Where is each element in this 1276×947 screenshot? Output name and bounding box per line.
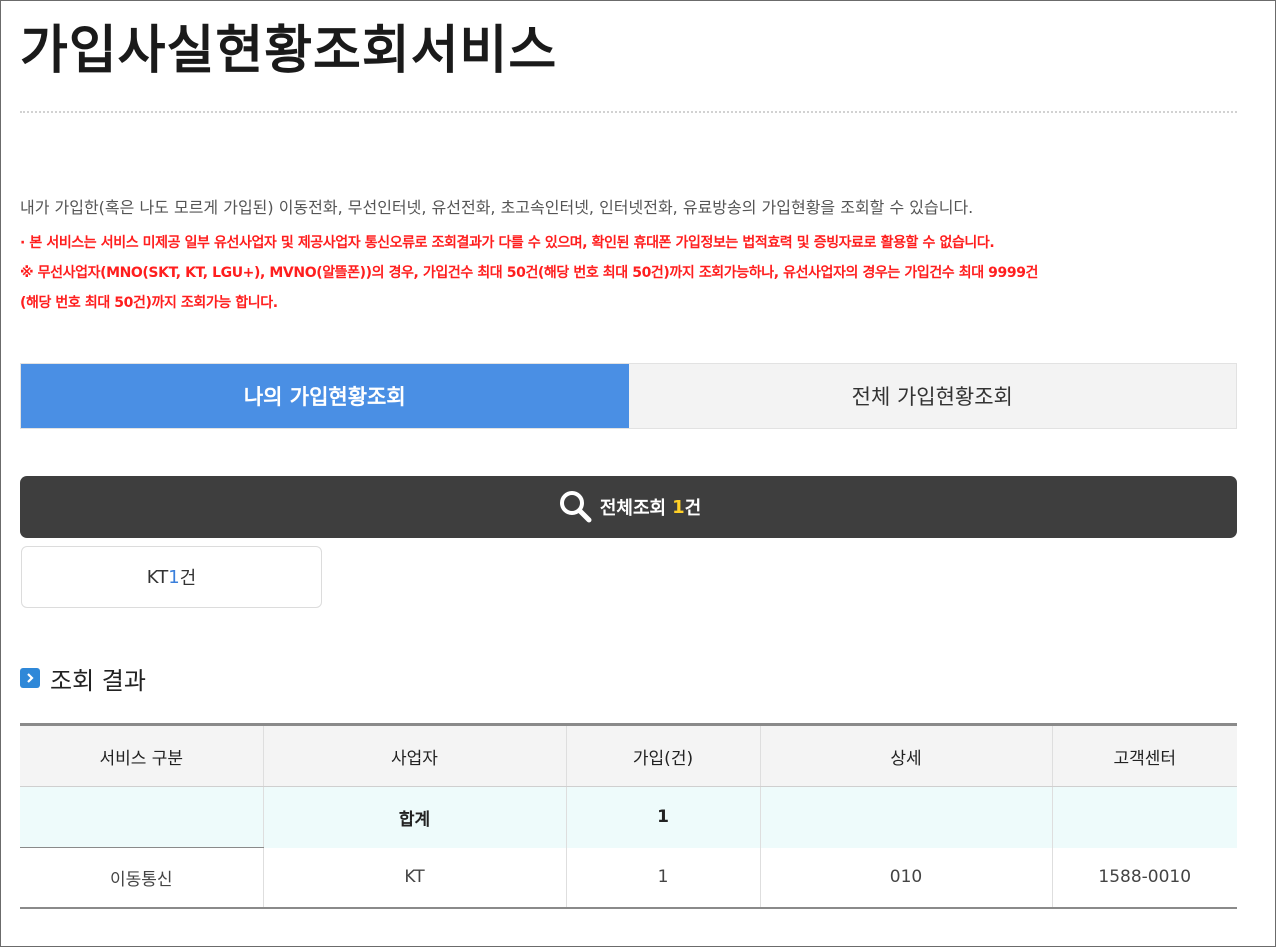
header-center: 고객센터 xyxy=(1051,723,1237,787)
carrier-count: 1 xyxy=(168,566,180,588)
notice-limit-line1: ※ 무선사업자(MNO(SKT, KT, LGU+), MVNO(알뜰폰))의 … xyxy=(20,265,1039,281)
header-detail: 상세 xyxy=(759,723,1052,787)
row-carrier: KT xyxy=(262,847,566,909)
table-row: 이동통신 KT 1 010 1588-0010 xyxy=(20,847,1237,909)
notice-block: · 본 서비스는 서비스 미제공 일부 유선사업자 및 제공사업자 통신오류로 … xyxy=(20,228,1245,318)
tab-my-subscriptions[interactable]: 나의 가입현황조회 xyxy=(21,364,629,428)
result-section-title: 조회 결과 xyxy=(20,660,146,696)
search-all-button[interactable]: 전체조회 1건 xyxy=(20,476,1237,538)
result-table: 서비스 구분 사업자 가입(건) 상세 고객센터 합계 1 이동통신 KT 1 … xyxy=(20,723,1237,909)
row-center: 1588-0010 xyxy=(1051,847,1237,909)
carrier-name: KT xyxy=(146,566,169,588)
summary-count: 1 xyxy=(565,786,760,848)
carrier-filter-kt[interactable]: KT 1 건 xyxy=(21,546,322,608)
summary-empty-cell xyxy=(1051,786,1237,848)
lookup-tabs: 나의 가입현황조회 전체 가입현황조회 xyxy=(20,363,1237,429)
search-all-unit: 건 xyxy=(684,498,702,519)
row-count: 1 xyxy=(565,847,760,909)
summary-empty-cell xyxy=(759,786,1052,848)
header-carrier: 사업자 xyxy=(262,723,566,787)
notice-legal: · 본 서비스는 서비스 미제공 일부 유선사업자 및 제공사업자 통신오류로 … xyxy=(20,235,995,251)
row-detail[interactable]: 010 xyxy=(759,847,1052,909)
chevron-right-icon xyxy=(20,668,40,688)
tab-all-subscriptions[interactable]: 전체 가입현황조회 xyxy=(628,364,1236,428)
table-header-row: 서비스 구분 사업자 가입(건) 상세 고객센터 xyxy=(20,723,1237,787)
header-service: 서비스 구분 xyxy=(20,723,263,787)
summary-empty-cell xyxy=(20,786,263,848)
page-title: 가입사실현황조회서비스 xyxy=(20,21,558,81)
service-description: 내가 가입한(혹은 나도 모르게 가입된) 이동전화, 무선인터넷, 유선전화,… xyxy=(20,198,974,217)
result-section-label: 조회 결과 xyxy=(50,666,146,695)
search-all-label: 전체조회 xyxy=(599,498,667,519)
search-all-count: 1 xyxy=(672,496,685,518)
row-service: 이동통신 xyxy=(20,847,263,909)
notice-limit-line2: (해당 번호 최대 50건)까지 조회가능 합니다. xyxy=(20,295,278,311)
summary-label: 합계 xyxy=(262,786,566,848)
search-icon xyxy=(556,487,596,527)
header-count: 가입(건) xyxy=(565,723,760,787)
carrier-unit: 건 xyxy=(179,568,197,589)
title-divider xyxy=(20,111,1237,113)
summary-row: 합계 1 xyxy=(20,786,1237,848)
